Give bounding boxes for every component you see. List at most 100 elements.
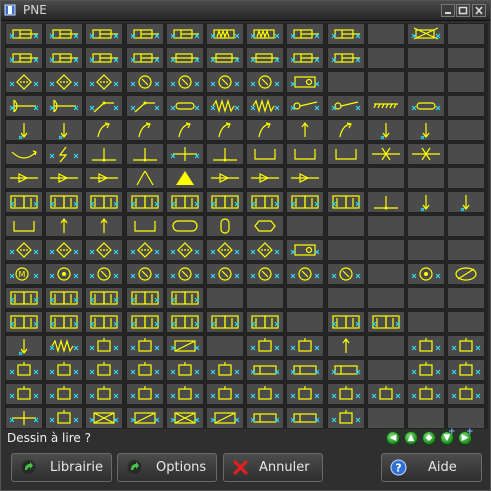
symbol-cell[interactable] [166, 167, 204, 189]
symbol-cell[interactable] [45, 407, 83, 429]
symbol-cell[interactable] [246, 119, 284, 141]
symbol-cell[interactable] [166, 143, 204, 165]
symbol-cell-empty[interactable] [327, 287, 365, 309]
symbol-cell[interactable] [85, 167, 123, 189]
symbol-cell[interactable] [126, 335, 164, 357]
symbol-cell-empty[interactable] [367, 359, 405, 381]
symbol-cell[interactable] [85, 335, 123, 357]
symbol-cell[interactable] [126, 287, 164, 309]
nav-diamond-button[interactable]: ◆ [422, 431, 436, 445]
symbol-cell[interactable] [286, 383, 324, 405]
symbol-cell[interactable] [327, 143, 365, 165]
symbol-cell[interactable] [166, 215, 204, 237]
symbol-cell-empty[interactable] [447, 23, 485, 45]
symbol-cell[interactable] [126, 263, 164, 285]
symbol-cell[interactable] [126, 215, 164, 237]
symbol-cell-empty[interactable] [447, 239, 485, 261]
symbol-cell[interactable] [45, 23, 83, 45]
symbol-cell[interactable] [126, 311, 164, 333]
symbol-cell[interactable] [246, 215, 284, 237]
symbol-cell-empty[interactable] [407, 71, 445, 93]
symbol-cell[interactable] [246, 359, 284, 381]
symbol-cell[interactable] [286, 167, 324, 189]
symbol-cell[interactable] [45, 263, 83, 285]
symbol-cell[interactable] [286, 191, 324, 213]
symbol-cell-empty[interactable] [367, 263, 405, 285]
symbol-cell-empty[interactable] [367, 71, 405, 93]
symbol-cell[interactable] [327, 47, 365, 69]
symbol-cell[interactable] [407, 95, 445, 117]
symbol-cell[interactable] [45, 239, 83, 261]
symbol-cell[interactable] [206, 263, 244, 285]
symbol-cell[interactable] [407, 143, 445, 165]
symbol-cell-empty[interactable] [327, 167, 365, 189]
symbol-cell[interactable] [447, 383, 485, 405]
symbol-cell[interactable] [85, 95, 123, 117]
symbol-cell[interactable] [85, 239, 123, 261]
symbol-cell[interactable] [407, 383, 445, 405]
symbol-cell[interactable] [246, 263, 284, 285]
symbol-cell[interactable] [166, 359, 204, 381]
symbol-cell[interactable] [246, 191, 284, 213]
nav-add-down-button[interactable]: ▼ + [440, 428, 456, 445]
symbol-cell[interactable] [85, 119, 123, 141]
symbol-cell[interactable] [246, 311, 284, 333]
symbol-cell[interactable] [45, 335, 83, 357]
symbol-cell[interactable] [45, 119, 83, 141]
symbol-cell[interactable] [407, 119, 445, 141]
symbol-cell[interactable] [45, 311, 83, 333]
symbol-cell[interactable] [5, 239, 43, 261]
options-button[interactable]: Options [117, 453, 217, 482]
symbol-cell[interactable] [126, 95, 164, 117]
symbol-cell[interactable] [166, 119, 204, 141]
symbol-cell[interactable] [85, 263, 123, 285]
symbol-cell[interactable] [246, 143, 284, 165]
symbol-cell[interactable] [206, 215, 244, 237]
symbol-cell[interactable] [246, 335, 284, 357]
symbol-cell[interactable] [166, 383, 204, 405]
symbol-cell-empty[interactable] [447, 215, 485, 237]
symbol-cell[interactable] [5, 47, 43, 69]
symbol-cell[interactable] [126, 71, 164, 93]
symbol-cell[interactable] [286, 263, 324, 285]
symbol-cell[interactable] [45, 47, 83, 69]
symbol-cell[interactable] [5, 95, 43, 117]
symbol-cell[interactable] [85, 407, 123, 429]
symbol-cell[interactable] [126, 119, 164, 141]
symbol-cell-empty[interactable] [367, 335, 405, 357]
aide-button[interactable]: ? Aide [381, 453, 482, 482]
symbol-cell[interactable] [126, 359, 164, 381]
symbol-cell[interactable] [206, 71, 244, 93]
nav-back-button[interactable]: ◀ [386, 431, 400, 445]
symbol-cell[interactable] [45, 143, 83, 165]
symbol-cell[interactable] [206, 359, 244, 381]
symbol-cell[interactable] [246, 383, 284, 405]
annuler-button[interactable]: Annuler [223, 453, 323, 482]
symbol-cell[interactable] [166, 311, 204, 333]
symbol-cell-empty[interactable] [367, 239, 405, 261]
symbol-cell[interactable] [447, 263, 485, 285]
symbol-cell[interactable] [407, 263, 445, 285]
symbol-cell[interactable] [5, 167, 43, 189]
symbol-cell[interactable] [206, 383, 244, 405]
symbol-cell[interactable] [166, 23, 204, 45]
symbol-cell[interactable] [166, 407, 204, 429]
symbol-cell[interactable] [327, 263, 365, 285]
symbol-cell[interactable] [206, 191, 244, 213]
symbol-cell[interactable] [206, 95, 244, 117]
symbol-cell[interactable] [367, 143, 405, 165]
symbol-cell[interactable] [246, 167, 284, 189]
symbol-cell[interactable] [407, 191, 445, 213]
symbol-cell[interactable] [166, 71, 204, 93]
symbol-cell[interactable] [367, 311, 405, 333]
symbol-cell[interactable] [286, 359, 324, 381]
symbol-cell[interactable] [206, 167, 244, 189]
symbol-cell[interactable] [246, 71, 284, 93]
symbol-cell[interactable] [85, 191, 123, 213]
symbol-cell[interactable] [5, 359, 43, 381]
symbol-cell[interactable] [327, 383, 365, 405]
symbol-cell[interactable] [85, 143, 123, 165]
symbol-cell-empty[interactable] [206, 335, 244, 357]
symbol-cell[interactable] [286, 143, 324, 165]
symbol-cell[interactable] [45, 383, 83, 405]
